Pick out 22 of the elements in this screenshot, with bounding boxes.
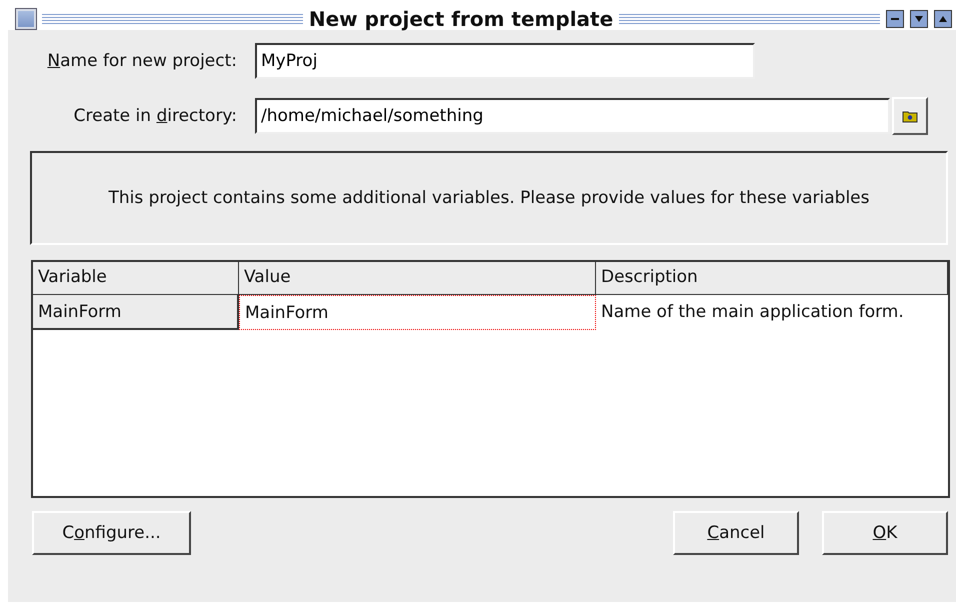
input-field[interactable]: /home/michael/something: [255, 98, 890, 134]
maximize-button[interactable]: [934, 10, 952, 28]
table-cell[interactable]: MainForm: [239, 295, 596, 330]
minimize-button[interactable]: [886, 10, 904, 28]
table-cell-text: Name of the main application form.: [600, 301, 905, 324]
field-label: Name for new project:: [46, 51, 238, 71]
window-title: New project from template: [308, 8, 614, 31]
configure-button[interactable]: Configure...: [32, 511, 191, 555]
up-triangle-icon: [938, 14, 948, 24]
column-header[interactable]: Description: [596, 262, 948, 295]
table-cell: MainForm: [33, 295, 239, 330]
folder-icon: [902, 109, 918, 123]
field-label: Create in directory:: [72, 106, 238, 126]
column-header[interactable]: Value: [239, 262, 596, 295]
browse-button[interactable]: [892, 97, 928, 135]
input-field[interactable]: MyProj: [255, 43, 755, 79]
info-text: This project contains some additional variables. Please provide values for these variables: [108, 188, 870, 208]
column-header[interactable]: Variable: [33, 262, 239, 295]
shade-button[interactable]: [910, 10, 928, 28]
dialog-button[interactable]: Cancel: [673, 511, 799, 555]
dialog-button[interactable]: OK: [822, 511, 948, 555]
down-triangle-icon: [914, 14, 924, 24]
